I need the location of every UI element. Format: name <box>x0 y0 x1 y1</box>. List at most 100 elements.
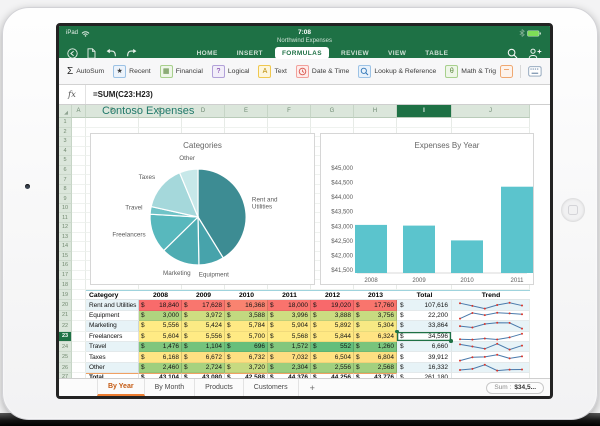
money-cell[interactable]: $2,304 <box>268 362 311 374</box>
sheet-tab-by-year[interactable]: By Year <box>97 379 145 396</box>
grid-cell[interactable] <box>72 194 86 204</box>
grid-cell[interactable] <box>72 137 86 147</box>
money-cell[interactable]: $16,368 <box>225 300 268 311</box>
category-cell[interactable]: Other <box>86 362 139 374</box>
row-header-14[interactable]: 14 <box>59 242 72 252</box>
grid-cell[interactable] <box>397 118 452 128</box>
ribbon-button-autosum[interactable]: Σ AutoSum <box>67 66 104 77</box>
pie-chart[interactable]: Categories Rent and Utilities Equipment Mar… <box>90 133 315 285</box>
grid-cell[interactable] <box>72 342 86 353</box>
column-header-i[interactable]: I <box>397 105 452 118</box>
add-sheet-button[interactable]: + <box>299 379 326 396</box>
money-cell[interactable]: $3,720 <box>225 362 268 374</box>
trend-cell[interactable] <box>452 331 530 343</box>
money-cell[interactable]: $5,604 <box>139 331 182 343</box>
row-header-11[interactable]: 11 <box>59 213 72 224</box>
row-header-6[interactable]: 6 <box>59 165 72 176</box>
table-header-2011[interactable]: 2011 <box>268 289 311 301</box>
column-header-h[interactable]: H <box>354 105 397 118</box>
money-cell[interactable]: $5,784 <box>225 321 268 332</box>
grid-cell[interactable] <box>139 118 182 128</box>
total-cell[interactable]: $22,200 <box>397 310 452 322</box>
ribbon-tab-view[interactable]: VIEW <box>381 47 413 59</box>
money-cell[interactable]: $6,504 <box>311 352 354 363</box>
bar-chart[interactable]: Expenses By Year $45,000 $44,500 $44,000 $4… <box>320 133 534 285</box>
ribbon-tab-table[interactable]: TABLE <box>418 47 455 59</box>
row-header-7[interactable]: 7 <box>59 175 72 185</box>
ribbon-button-mathtrig[interactable]: θ Math & Trig <box>445 64 496 78</box>
money-cell[interactable]: $552 <box>311 342 354 353</box>
row-header-15[interactable]: 15 <box>59 251 72 262</box>
category-cell[interactable]: Rent and Utilities <box>86 300 139 311</box>
row-header-23[interactable]: 23 <box>59 331 72 343</box>
category-cell[interactable]: Freelancers <box>86 331 139 343</box>
money-cell[interactable]: $5,700 <box>225 331 268 343</box>
grid-cell[interactable] <box>72 352 86 363</box>
table-header-2009[interactable]: 2009 <box>182 289 225 301</box>
trend-cell[interactable] <box>452 300 530 311</box>
money-cell[interactable]: $7,032 <box>268 352 311 363</box>
grid-cell[interactable] <box>72 331 86 343</box>
total-cell[interactable]: $33,864 <box>397 321 452 332</box>
row-header-17[interactable]: 17 <box>59 270 72 281</box>
total-cell[interactable]: $39,912 <box>397 352 452 363</box>
grid-cell[interactable] <box>72 118 86 128</box>
money-cell[interactable]: $3,888 <box>311 310 354 322</box>
grid-cell[interactable] <box>72 321 86 332</box>
row-header-8[interactable]: 8 <box>59 184 72 195</box>
money-cell[interactable]: $6,732 <box>225 352 268 363</box>
row-header-5[interactable]: 5 <box>59 156 72 166</box>
row-header-12[interactable]: 12 <box>59 223 72 233</box>
money-cell[interactable]: $3,996 <box>268 310 311 322</box>
money-cell[interactable]: $5,556 <box>139 321 182 332</box>
grid-cell[interactable] <box>354 118 397 128</box>
bar-2009[interactable] <box>403 225 435 273</box>
money-cell[interactable]: $18,840 <box>139 300 182 311</box>
more-functions-button[interactable] <box>500 64 513 78</box>
row-header-4[interactable]: 4 <box>59 146 72 157</box>
money-cell[interactable]: $3,972 <box>182 310 225 322</box>
ribbon-button-financial[interactable]: ▦ Financial <box>159 64 203 78</box>
total-cell[interactable]: $34,596 <box>395 329 453 344</box>
money-cell[interactable]: $5,568 <box>268 331 311 343</box>
home-button[interactable] <box>561 198 585 222</box>
money-cell[interactable]: $1,260 <box>354 342 397 353</box>
table-header-2013[interactable]: 2013 <box>354 289 397 301</box>
search-button[interactable] <box>507 48 518 59</box>
ribbon-tab-formulas[interactable]: FORMULAS <box>274 47 329 59</box>
trend-cell[interactable] <box>452 321 530 332</box>
grid-cell[interactable] <box>72 300 86 311</box>
ribbon-button-recent[interactable]: ★ Recent <box>113 64 151 78</box>
money-cell[interactable]: $1,572 <box>268 342 311 353</box>
money-cell[interactable]: $5,892 <box>311 321 354 332</box>
back-button[interactable] <box>67 47 78 59</box>
money-cell[interactable]: $6,672 <box>182 352 225 363</box>
ribbon-tab-home[interactable]: HOME <box>190 47 225 59</box>
grid-cell[interactable] <box>311 118 354 128</box>
grid-cell[interactable] <box>452 118 530 128</box>
ribbon-button-datetime[interactable]: Date & Time <box>295 64 349 78</box>
money-cell[interactable]: $2,568 <box>354 362 397 374</box>
grid-cell[interactable] <box>182 118 225 128</box>
row-header-21[interactable]: 21 <box>59 310 72 322</box>
grid-cell[interactable] <box>72 156 86 166</box>
redo-button[interactable] <box>126 48 138 58</box>
grid-cell[interactable] <box>72 261 86 271</box>
total-cell[interactable]: $16,332 <box>397 362 452 374</box>
ribbon-tab-review[interactable]: REVIEW <box>334 47 376 59</box>
trend-cell[interactable] <box>452 362 530 374</box>
row-header-25[interactable]: 25 <box>59 352 72 363</box>
money-cell[interactable]: $19,020 <box>311 300 354 311</box>
ribbon-tab-insert[interactable]: INSERT <box>230 47 270 59</box>
bar-2011[interactable] <box>501 186 533 273</box>
money-cell[interactable]: $5,556 <box>182 331 225 343</box>
money-cell[interactable]: $2,724 <box>182 362 225 374</box>
undo-button[interactable] <box>105 48 117 58</box>
table-header-category[interactable]: Category <box>86 289 139 301</box>
grid-cell[interactable] <box>72 213 86 224</box>
row-header-16[interactable]: 16 <box>59 261 72 271</box>
ribbon-button-logical[interactable]: ? Logical <box>211 64 249 78</box>
row-header-9[interactable]: 9 <box>59 194 72 204</box>
money-cell[interactable]: $1,104 <box>182 342 225 353</box>
table-header-2010[interactable]: 2010 <box>225 289 268 301</box>
